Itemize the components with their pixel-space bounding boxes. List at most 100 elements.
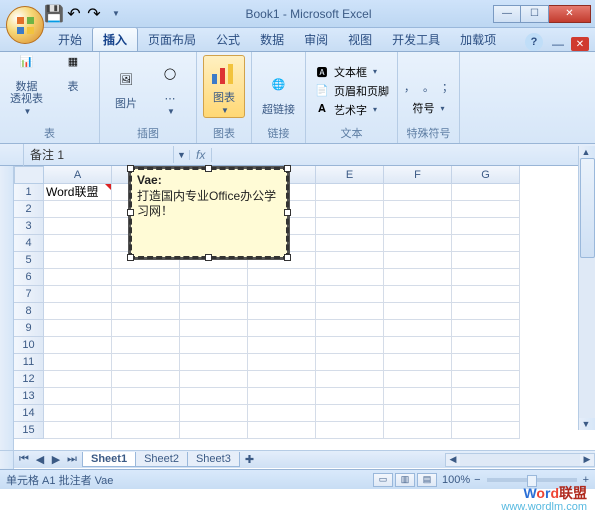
zoom-value[interactable]: 100% xyxy=(442,474,470,486)
maximize-button[interactable]: ☐ xyxy=(521,5,549,23)
cell[interactable] xyxy=(44,235,112,252)
view-pagebreak-icon[interactable]: ▤ xyxy=(417,473,437,487)
cell[interactable] xyxy=(384,388,452,405)
cell[interactable] xyxy=(452,405,520,422)
cell[interactable] xyxy=(180,371,248,388)
col-G[interactable]: G xyxy=(452,166,520,184)
picture-button[interactable]: 🖼 图片 xyxy=(106,62,146,112)
cell[interactable] xyxy=(44,422,112,439)
resize-handle[interactable] xyxy=(127,209,134,216)
tab-pagelayout[interactable]: 页面布局 xyxy=(138,28,206,51)
resize-handle[interactable] xyxy=(127,165,134,172)
cell[interactable] xyxy=(180,320,248,337)
rowhdr-5[interactable]: 5 xyxy=(14,252,44,269)
headerfooter-button[interactable]: 📄页眉和页脚 xyxy=(312,82,391,99)
cell[interactable] xyxy=(112,354,180,371)
minimize-button[interactable]: — xyxy=(493,5,521,23)
tab-review[interactable]: 审阅 xyxy=(294,28,338,51)
col-F[interactable]: F xyxy=(384,166,452,184)
scroll-left-icon[interactable]: ◀ xyxy=(446,454,460,466)
cell[interactable] xyxy=(248,354,316,371)
comment-body[interactable]: 打造国内专业Office办公学习网！ xyxy=(137,189,276,219)
resize-handle[interactable] xyxy=(284,209,291,216)
prev-sheet-icon[interactable]: ◀ xyxy=(32,452,48,468)
zoom-slider[interactable] xyxy=(487,478,577,482)
scroll-down-icon[interactable]: ▼ xyxy=(579,418,593,430)
select-all-corner[interactable] xyxy=(14,166,44,184)
table-button[interactable]: ▦ 表 xyxy=(53,45,93,118)
cell[interactable] xyxy=(384,269,452,286)
cell[interactable] xyxy=(384,184,452,201)
cell[interactable] xyxy=(44,269,112,286)
cell[interactable] xyxy=(452,235,520,252)
resize-handle[interactable] xyxy=(284,165,291,172)
cell[interactable] xyxy=(384,218,452,235)
comma-icon[interactable]: ， xyxy=(404,79,415,95)
textbox-button[interactable]: 🅰文本框▾ xyxy=(312,63,391,80)
cell[interactable] xyxy=(180,303,248,320)
tab-data[interactable]: 数据 xyxy=(250,28,294,51)
col-E[interactable]: E xyxy=(316,166,384,184)
resize-handle[interactable] xyxy=(284,254,291,261)
period-icon[interactable]: 。 xyxy=(423,79,434,95)
cell[interactable] xyxy=(44,286,112,303)
namebox-dropdown[interactable]: ▼ xyxy=(174,150,190,160)
cell[interactable] xyxy=(248,337,316,354)
sheet-tab-2[interactable]: Sheet2 xyxy=(135,452,188,467)
cell[interactable] xyxy=(316,371,384,388)
rowhdr-4[interactable]: 4 xyxy=(14,235,44,252)
cell[interactable] xyxy=(248,320,316,337)
cell[interactable] xyxy=(316,218,384,235)
cell[interactable] xyxy=(316,405,384,422)
cell[interactable] xyxy=(384,405,452,422)
cell[interactable] xyxy=(112,320,180,337)
rowhdr-7[interactable]: 7 xyxy=(14,286,44,303)
cell[interactable] xyxy=(112,388,180,405)
wordart-button[interactable]: 𝐀艺术字▾ xyxy=(312,101,391,118)
chart-button[interactable]: 图表 ▼ xyxy=(203,55,245,118)
cell[interactable] xyxy=(112,337,180,354)
cell[interactable] xyxy=(44,371,112,388)
cell[interactable] xyxy=(316,252,384,269)
cell[interactable] xyxy=(452,286,520,303)
rowhdr-6[interactable]: 6 xyxy=(14,269,44,286)
resize-handle[interactable] xyxy=(205,254,212,261)
rowhdr-2[interactable]: 2 xyxy=(14,201,44,218)
cell[interactable] xyxy=(384,303,452,320)
cell[interactable] xyxy=(248,405,316,422)
rowhdr-11[interactable]: 11 xyxy=(14,354,44,371)
cell[interactable] xyxy=(384,354,452,371)
first-sheet-icon[interactable]: ⏮ xyxy=(16,452,32,468)
horizontal-scrollbar[interactable]: ◀ ▶ xyxy=(445,453,595,467)
cell[interactable] xyxy=(248,286,316,303)
scroll-right-icon[interactable]: ▶ xyxy=(580,454,594,466)
sheet-tab-1[interactable]: Sheet1 xyxy=(82,452,136,467)
cell[interactable] xyxy=(316,337,384,354)
cell[interactable] xyxy=(44,303,112,320)
rowhdr-13[interactable]: 13 xyxy=(14,388,44,405)
tab-developer[interactable]: 开发工具 xyxy=(382,28,450,51)
cell[interactable] xyxy=(112,269,180,286)
cell[interactable] xyxy=(452,354,520,371)
cell[interactable] xyxy=(452,218,520,235)
cell[interactable] xyxy=(316,422,384,439)
workbook-close-icon[interactable]: ✕ xyxy=(571,37,589,51)
cell[interactable] xyxy=(384,422,452,439)
undo-icon[interactable]: ↶ xyxy=(66,6,82,22)
cell[interactable] xyxy=(452,337,520,354)
cell[interactable] xyxy=(316,201,384,218)
cell[interactable] xyxy=(180,337,248,354)
rowhdr-8[interactable]: 8 xyxy=(14,303,44,320)
cell[interactable] xyxy=(112,422,180,439)
cell[interactable] xyxy=(44,337,112,354)
comment-box[interactable]: Vae: 打造国内专业Office办公学习网！ xyxy=(129,167,289,259)
cell[interactable] xyxy=(316,235,384,252)
cell[interactable] xyxy=(248,303,316,320)
shapes-button[interactable]: ◯ ⋯ ▼ xyxy=(150,57,190,118)
cell[interactable] xyxy=(180,269,248,286)
resize-handle[interactable] xyxy=(127,254,134,261)
cell[interactable] xyxy=(316,269,384,286)
cell[interactable] xyxy=(452,269,520,286)
rowhdr-14[interactable]: 14 xyxy=(14,405,44,422)
cell[interactable] xyxy=(112,405,180,422)
